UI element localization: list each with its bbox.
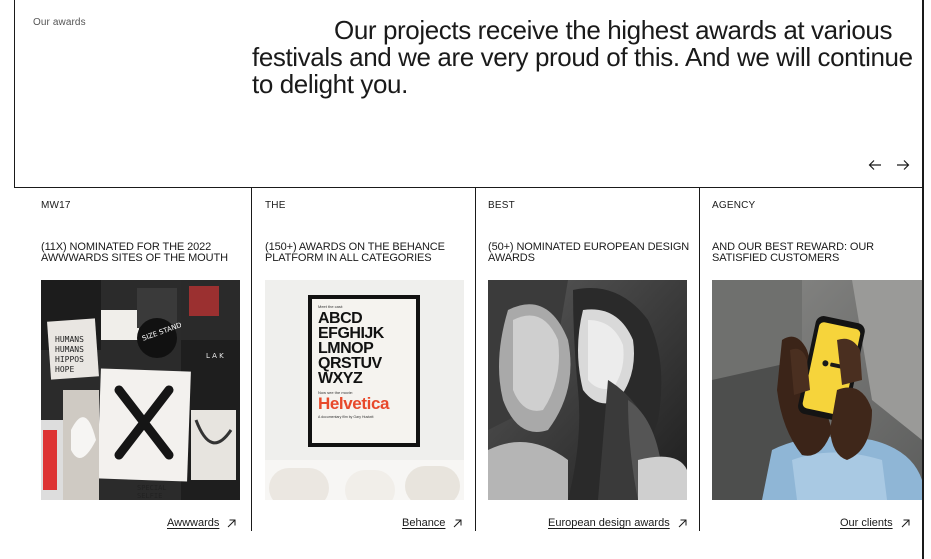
carousel-prev-button[interactable] — [867, 156, 883, 174]
card-title: AND OUR BEST REWARD: OUR SATISFIED CUSTO… — [712, 241, 875, 264]
card-image-helvetica-poster[interactable]: Meet the cast: ABCD EFGHIJK LMNOP QRSTUV… — [265, 280, 464, 500]
card-tag: BEST — [488, 200, 515, 211]
awards-headline: Our projects receive the highest awards … — [252, 17, 922, 98]
carousel-controls — [867, 156, 911, 174]
cushions-background — [265, 460, 464, 500]
carousel-next-button[interactable] — [895, 156, 911, 174]
card-link-label: Behance — [402, 517, 446, 529]
poster-line: LMNOP — [318, 340, 374, 357]
cushion-shape — [345, 470, 395, 500]
poster-line: ABCD — [318, 310, 363, 327]
arrow-up-right-icon — [454, 519, 462, 527]
card-title: (11X) NOMINATED FOR THE 2022 AWWWARDS SI… — [41, 241, 228, 264]
card-tag: MW17 — [41, 200, 71, 211]
poster-line: QRSTUV — [318, 355, 382, 372]
black-white-kiss-image — [488, 280, 687, 500]
svg-text:HUMANS: HUMANS — [55, 345, 84, 354]
headline-text: Our projects receive the highest awards … — [252, 15, 913, 99]
svg-text:HUMANS: HUMANS — [55, 335, 84, 344]
card-tag: AGENCY — [712, 200, 756, 211]
cushion-shape — [405, 466, 460, 500]
card-link-label: European design awards — [548, 517, 670, 529]
street-poster-wall-image: HUMANS HUMANS HIPPOS HOPE SIZE STAND UP … — [41, 280, 240, 500]
card-title: (150+) AWARDS ON THE BEHANCE PLATFORM IN… — [265, 241, 445, 264]
left-border-line — [14, 0, 15, 187]
poster-line: WXYZ — [318, 370, 363, 387]
arrow-left-icon — [868, 160, 881, 170]
svg-text:HIPPOS: HIPPOS — [55, 355, 84, 364]
card-link-label: Awwwards — [167, 517, 220, 529]
poster-alphabet: ABCD EFGHIJK LMNOP QRSTUV WXYZ — [318, 310, 410, 387]
card-title: (50+) NOMINATED EUROPEAN DESIGN AWARDS — [488, 241, 690, 264]
section-label: Our awards — [33, 17, 86, 28]
poster-brand: Helvetica — [318, 394, 390, 413]
award-card: AGENCY AND OUR BEST REWARD: OUR SATISFIE… — [700, 188, 922, 531]
svg-text:L A K: L A K — [206, 352, 224, 360]
poster-small-top: Meet the cast: — [318, 304, 344, 309]
svg-text:SPECIAL: SPECIAL — [137, 484, 167, 492]
card-image-kiss-photo[interactable] — [488, 280, 687, 500]
card-link-behance[interactable]: Behance — [402, 517, 462, 529]
award-card: MW17 (11X) NOMINATED FOR THE 2022 AWWWAR… — [15, 188, 251, 531]
arrow-up-right-icon — [901, 519, 910, 527]
svg-text:HOPE: HOPE — [55, 365, 74, 374]
awards-section: Our awards Our projects receive the high… — [0, 0, 931, 559]
arrow-up-right-icon — [678, 519, 687, 527]
card-image-street-posters[interactable]: HUMANS HUMANS HIPPOS HOPE SIZE STAND UP … — [41, 280, 240, 500]
award-card: BEST (50+) NOMINATED EUROPEAN DESIGN AWA… — [476, 188, 699, 531]
card-link-label: Our clients — [840, 517, 893, 529]
helvetica-poster: Meet the cast: ABCD EFGHIJK LMNOP QRSTUV… — [312, 299, 416, 443]
hand-holding-phone-image — [712, 280, 922, 500]
card-link-awwwards[interactable]: Awwwards — [167, 517, 236, 529]
card-image-phone-in-hand[interactable] — [712, 280, 922, 500]
cushion-shape — [269, 468, 329, 500]
card-tag: THE — [265, 200, 286, 211]
card-link-our-clients[interactable]: Our clients — [840, 517, 910, 529]
right-border-line — [922, 0, 924, 559]
svg-text:SELFIE: SELFIE — [137, 492, 162, 500]
award-card: THE (150+) AWARDS ON THE BEHANCE PLATFOR… — [252, 188, 475, 531]
poster-line: EFGHIJK — [318, 325, 384, 342]
arrow-right-icon — [897, 160, 910, 170]
arrow-up-right-icon — [228, 519, 236, 527]
poster-frame: Meet the cast: ABCD EFGHIJK LMNOP QRSTUV… — [308, 295, 420, 447]
poster-small-bottom: A documentary film by Gary Hustwit — [318, 415, 374, 419]
card-link-european-design-awards[interactable]: European design awards — [548, 517, 687, 529]
